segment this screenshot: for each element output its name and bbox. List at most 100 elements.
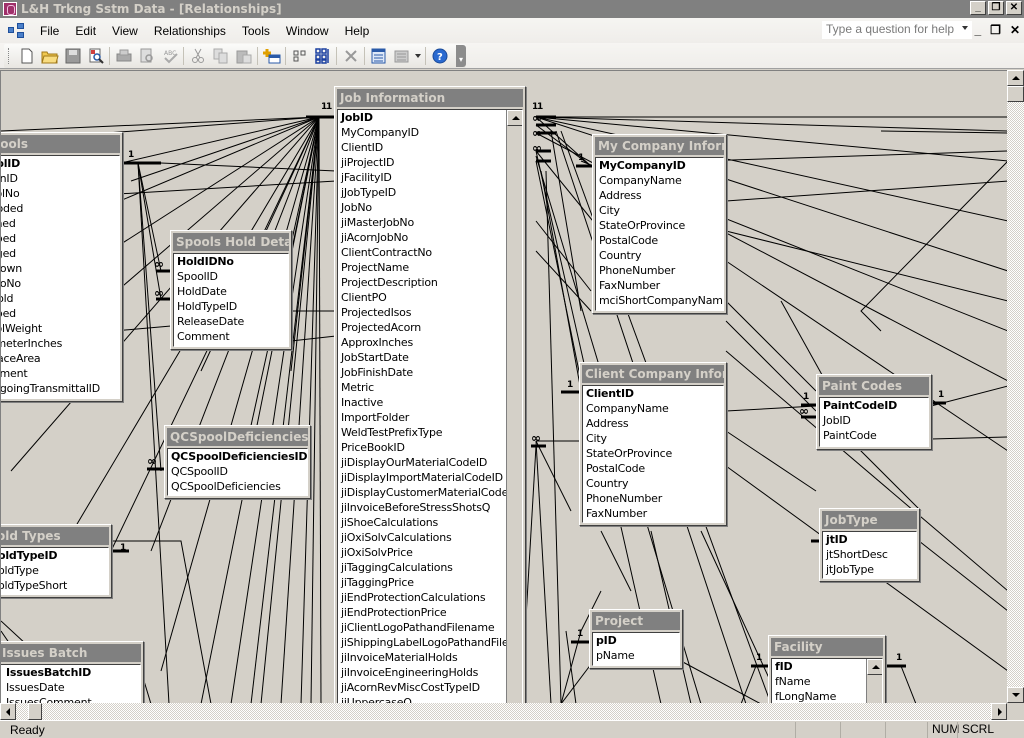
scroll-thumb[interactable] [28, 703, 42, 720]
scroll-right-button[interactable] [991, 703, 1007, 720]
database-window-icon[interactable] [367, 45, 390, 67]
field-row[interactable]: JobID [338, 110, 506, 125]
field-row[interactable]: jiInvoiceMaterialHolds [338, 650, 506, 665]
field-row[interactable]: CompanyName [596, 173, 723, 188]
field-row[interactable]: Address [583, 416, 723, 431]
field-row[interactable]: Coded [1, 201, 119, 216]
help-dropdown-icon[interactable] [962, 26, 968, 30]
table-title[interactable]: Issues Batch [1, 644, 141, 662]
field-row[interactable]: PaintCodeID [820, 398, 928, 413]
field-row[interactable]: ImportFolder [338, 410, 506, 425]
field-row[interactable]: IssuesBatchID [3, 665, 140, 680]
field-row[interactable]: StateOrProvince [583, 446, 723, 461]
delete-icon[interactable] [339, 45, 362, 67]
field-row[interactable]: ClientContractNo [338, 245, 506, 260]
field-row[interactable]: Comment [174, 329, 288, 344]
restore-button[interactable]: ❐ [988, 1, 1004, 15]
field-row[interactable]: Inactive [338, 395, 506, 410]
save-icon[interactable] [61, 45, 84, 67]
field-row[interactable]: ClientPO [338, 290, 506, 305]
table-client-company-information[interactable]: Client Company Inform... ClientID Compan… [579, 362, 727, 526]
help-icon[interactable]: ? [428, 45, 451, 67]
show-table-icon[interactable] [260, 45, 283, 67]
table-title[interactable]: Job Information [337, 89, 523, 107]
field-row[interactable]: pName [593, 648, 679, 663]
field-row[interactable]: City [583, 431, 723, 446]
table-title[interactable]: Project [592, 612, 680, 630]
field-row[interactable]: aned [1, 216, 119, 231]
show-direct-relationships-icon[interactable] [288, 45, 311, 67]
vertical-scrollbar[interactable] [1007, 70, 1024, 703]
field-row[interactable]: jtJobType [823, 562, 916, 577]
field-row[interactable]: pped [1, 306, 119, 321]
access-app-icon[interactable] [3, 2, 17, 16]
field-row[interactable]: FaxNumber [596, 278, 723, 293]
field-row[interactable]: CompanyName [583, 401, 723, 416]
scroll-up-button[interactable] [1007, 70, 1024, 86]
field-row[interactable]: jiOxiSolvPrice [338, 545, 506, 560]
field-row[interactable]: HoldDate [174, 284, 288, 299]
menu-file[interactable]: File [32, 24, 67, 38]
table-issues-batch[interactable]: Issues Batch IssuesBatchID IssuesDate Is… [1, 641, 144, 703]
table-job-type[interactable]: JobType jtID jtShortDesc jtJobType [819, 508, 920, 582]
mdi-close-button[interactable]: ✕ [1010, 23, 1020, 37]
field-row[interactable]: ProjectName [338, 260, 506, 275]
table-job-information[interactable]: Job Information JobID MyCompanyID ClientID… [334, 86, 526, 703]
field-row[interactable]: JobID [820, 413, 928, 428]
field-row[interactable]: ClientID [583, 386, 723, 401]
menu-view[interactable]: View [104, 24, 146, 38]
new-object-icon[interactable] [390, 45, 413, 67]
scroll-up-button[interactable] [507, 110, 522, 126]
field-row[interactable]: ApproxInches [338, 335, 506, 350]
field-row[interactable]: PhoneNumber [583, 491, 723, 506]
field-row[interactable]: FaxNumber [583, 506, 723, 521]
field-row[interactable]: ameterInches [1, 336, 119, 351]
field-row[interactable]: pID [593, 633, 679, 648]
menu-edit[interactable]: Edit [67, 24, 104, 38]
field-row[interactable]: ornID [1, 171, 119, 186]
field-row[interactable]: jiOxiSolvCalculations [338, 530, 506, 545]
field-row[interactable]: SpoolID [174, 269, 288, 284]
field-row[interactable]: jiEndProtectionCalculations [338, 590, 506, 605]
field-row[interactable]: oolID [1, 156, 119, 171]
show-all-relationships-icon[interactable] [311, 45, 334, 67]
field-row[interactable]: MyCompanyID [338, 125, 506, 140]
field-row[interactable]: QCSpoolDeficienciesID [168, 449, 307, 464]
field-row[interactable]: jiAcornRevMiscCostTypeID [338, 680, 506, 695]
field-row[interactable]: ProjectDescription [338, 275, 506, 290]
field-row[interactable]: PaintCode [820, 428, 928, 443]
field-row[interactable]: jiMasterJobNo [338, 215, 506, 230]
field-row[interactable]: jiDisplayCustomerMaterialCodeID [338, 485, 506, 500]
menu-relationships[interactable]: Relationships [146, 24, 234, 38]
field-row[interactable]: jiAcornJobNo [338, 230, 506, 245]
table-project[interactable]: Project pID pName [589, 609, 683, 669]
table-spools-hold-details[interactable]: Spools Hold Details HoldIDNo SpoolID Hol… [170, 230, 292, 350]
field-row[interactable]: oldTypeID [1, 548, 108, 563]
mdi-restore-button[interactable]: ❐ [990, 23, 1001, 37]
field-row[interactable]: oolNo [1, 186, 119, 201]
field-row[interactable]: ProjectedAcorn [338, 320, 506, 335]
field-row[interactable]: jtShortDesc [823, 547, 916, 562]
relationships-window-icon[interactable] [8, 22, 26, 39]
menu-help[interactable]: Help [337, 24, 378, 38]
table-hold-types[interactable]: old Types oldTypeID oldType oldTypeShort [1, 524, 112, 598]
field-row[interactable]: ReleaseDate [174, 314, 288, 329]
cut-icon[interactable] [186, 45, 209, 67]
field-row[interactable]: jiDisplayOurMaterialCodeID [338, 455, 506, 470]
scroll-up-button[interactable] [867, 659, 882, 675]
table-title[interactable]: old Types [1, 527, 109, 545]
new-icon[interactable] [15, 45, 38, 67]
field-row[interactable]: QCSpoolDeficiencies [168, 479, 307, 494]
field-row[interactable]: jFacilityID [338, 170, 506, 185]
table-spools[interactable]: Spools oolID ornID oolNo Coded aned pped… [1, 132, 123, 402]
field-row[interactable]: JobStartDate [338, 350, 506, 365]
field-row[interactable]: jiTaggingCalculations [338, 560, 506, 575]
table-title[interactable]: Spools Hold Details [173, 233, 289, 251]
field-row[interactable]: ClientID [338, 140, 506, 155]
menu-tools[interactable]: Tools [234, 24, 278, 38]
field-row[interactable]: PhoneNumber [596, 263, 723, 278]
field-row[interactable]: rfaceArea [1, 351, 119, 366]
field-row[interactable]: JobFinishDate [338, 365, 506, 380]
field-row[interactable]: gged [1, 246, 119, 261]
field-row[interactable]: jiShippingLabelLogoPathandFilename [338, 635, 506, 650]
